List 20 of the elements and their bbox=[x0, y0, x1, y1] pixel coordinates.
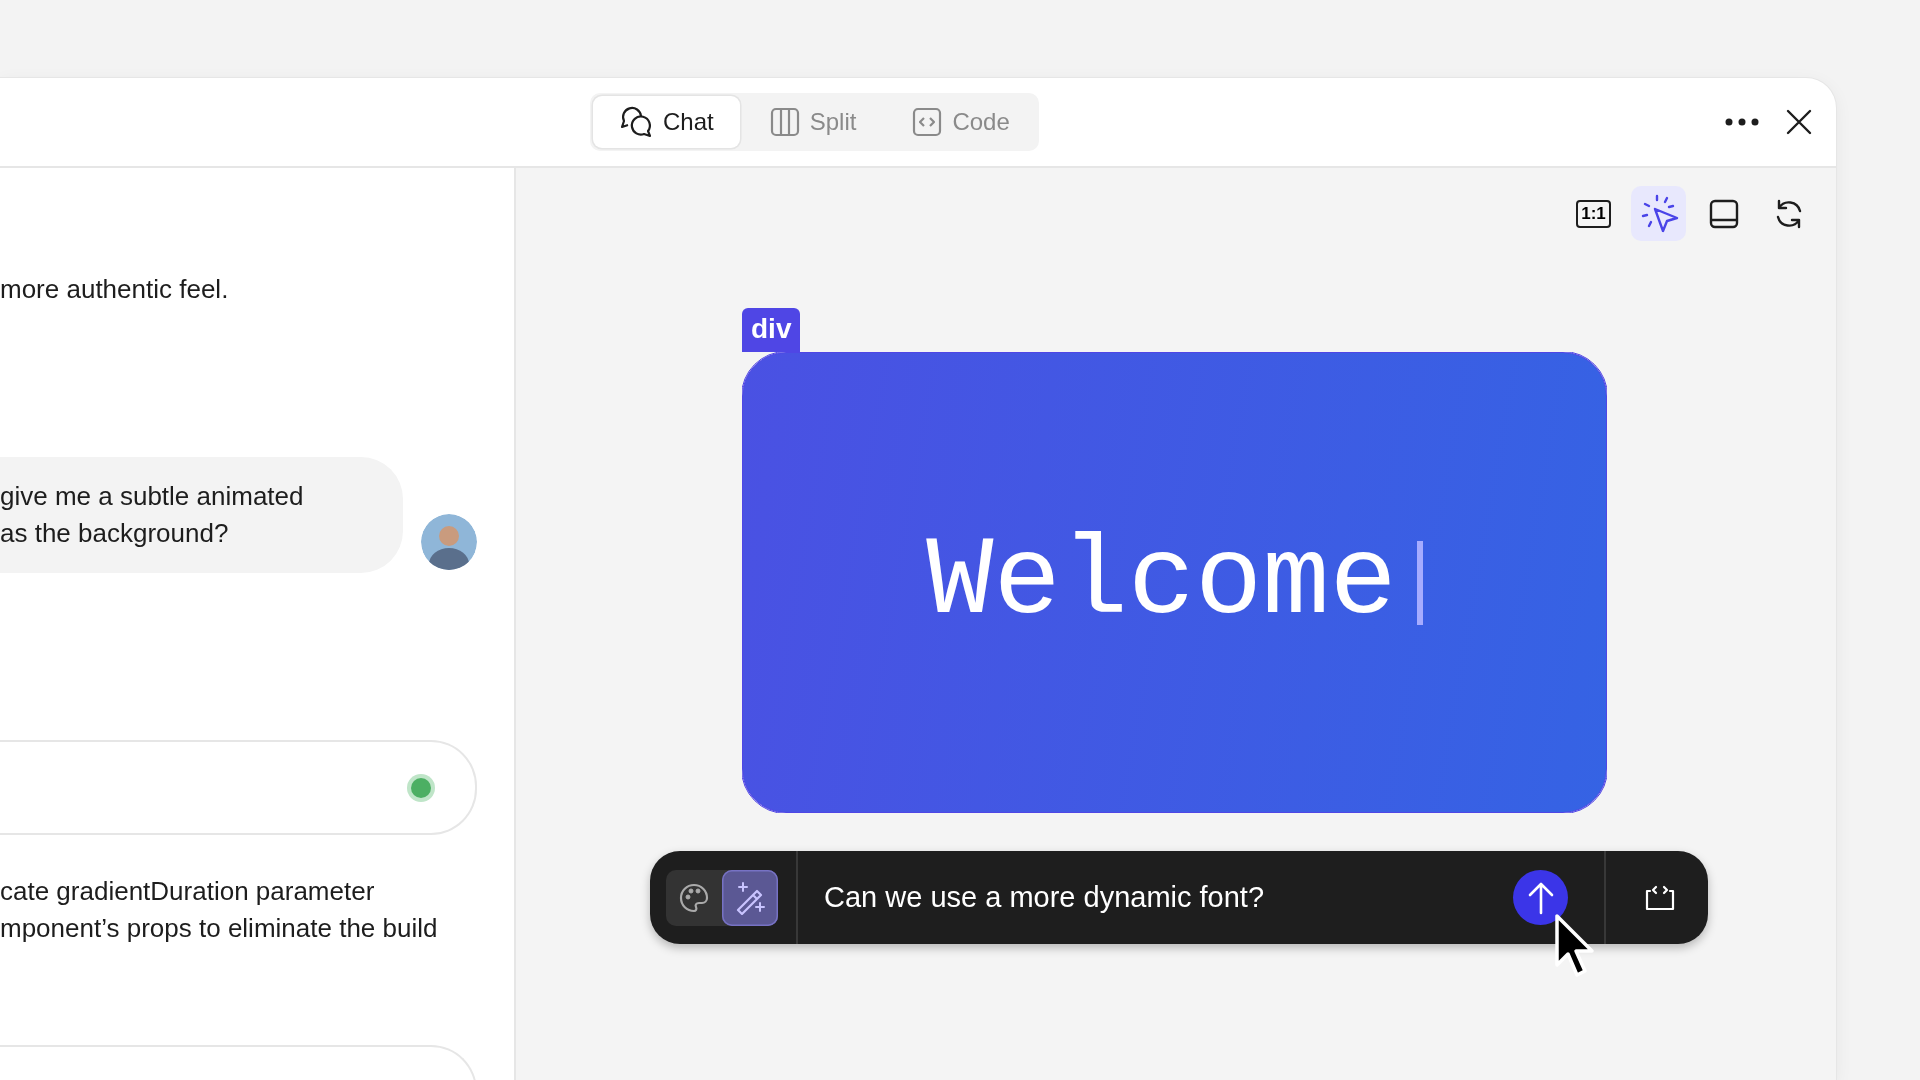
send-button[interactable] bbox=[1513, 870, 1568, 925]
preview-text: Welcome bbox=[926, 526, 1397, 639]
view-tab[interactable]: Chat bbox=[593, 96, 740, 148]
user-avatar bbox=[421, 514, 477, 570]
chat-icon bbox=[619, 105, 653, 139]
close-button[interactable] bbox=[1786, 109, 1812, 135]
more-button[interactable] bbox=[1724, 117, 1760, 127]
assistant-message: more authentic feel. bbox=[0, 273, 230, 306]
palette-icon bbox=[678, 881, 710, 914]
panel-icon bbox=[1708, 198, 1739, 229]
magic-wand-mode-button[interactable] bbox=[722, 869, 778, 926]
status-dot bbox=[411, 777, 431, 798]
prompt-input[interactable]: Can we use a more dynamic font? bbox=[798, 867, 1513, 928]
assistant-message: cate gradientDuration parameter mponent’s props to eliminate the build bbox=[0, 875, 439, 945]
columns-icon bbox=[769, 107, 800, 137]
user-message-bubble: give me a subtle animated as the background? bbox=[0, 457, 403, 573]
pointer-sparkle-button[interactable] bbox=[1631, 186, 1686, 241]
element-tag-label: div bbox=[742, 308, 801, 352]
code-icon bbox=[912, 107, 943, 137]
ratio-button[interactable]: 1:1 bbox=[1566, 186, 1621, 241]
